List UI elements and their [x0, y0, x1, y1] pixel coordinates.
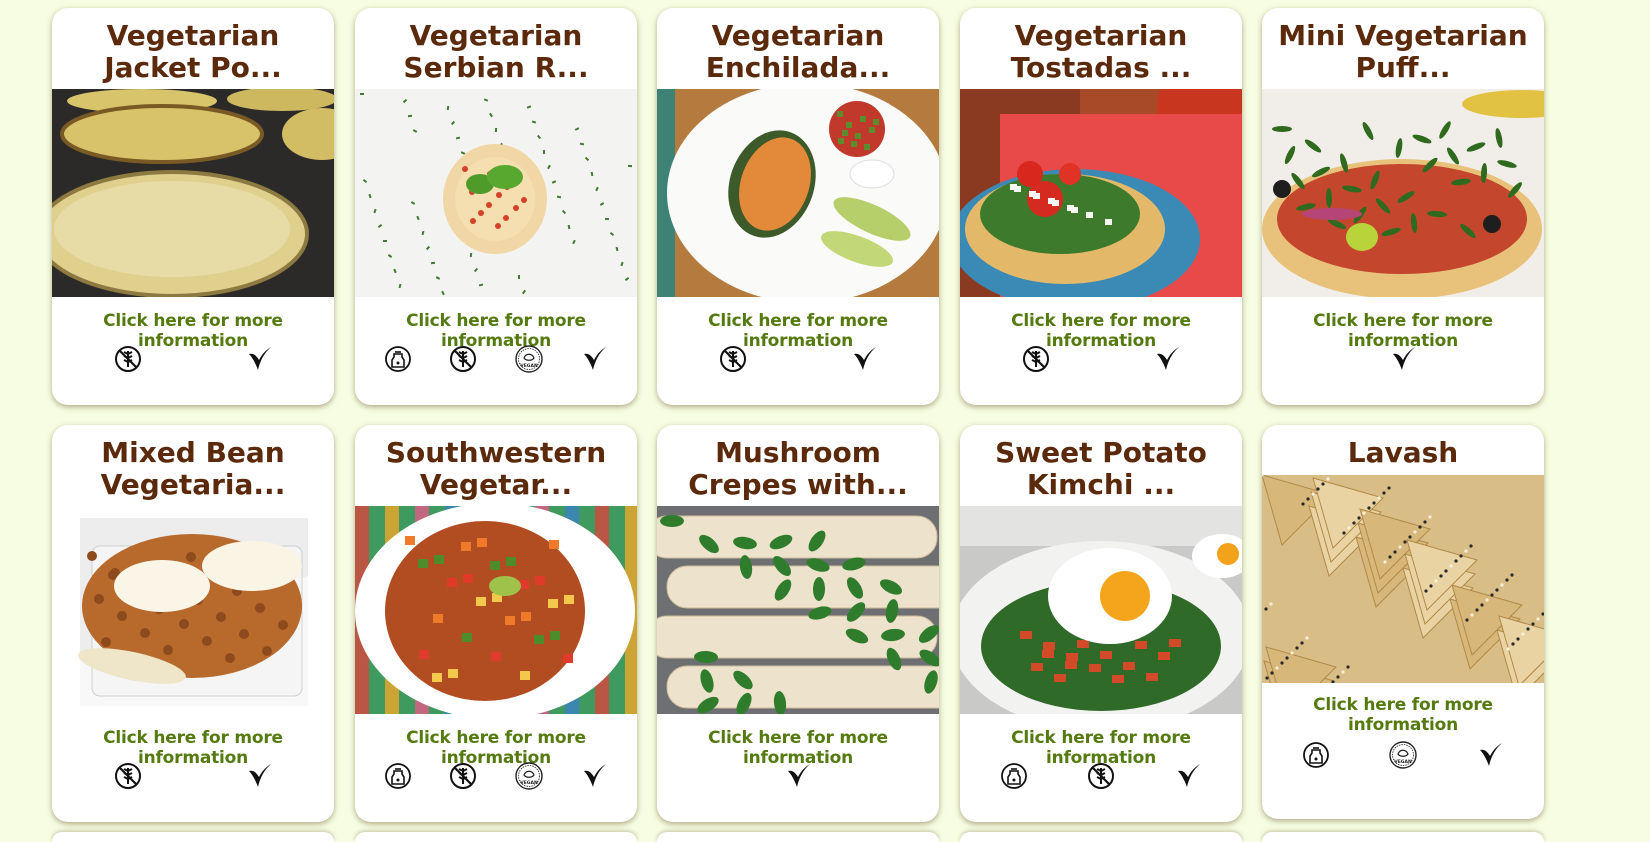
recipe-title[interactable]: Mixed Bean Vegetaria...	[52, 425, 334, 506]
next-row-card-edge	[52, 832, 334, 842]
more-info-link[interactable]: Click here for more information	[1262, 695, 1544, 735]
vegan-icon: VEGAN	[514, 761, 544, 795]
next-row-card-edge	[355, 832, 637, 842]
vegetarian-icon	[1152, 344, 1182, 378]
gluten-free-icon	[448, 761, 478, 795]
gluten-free-icon	[113, 344, 143, 378]
more-info-link[interactable]: Click here for more information	[657, 311, 939, 351]
vegetarian-icon	[579, 344, 609, 378]
more-info-link[interactable]: Click here for more information	[1262, 311, 1544, 351]
gluten-free-icon	[1021, 344, 1051, 378]
vegetarian-icon	[849, 344, 879, 378]
recipe-title-text: Lavash	[1347, 436, 1459, 469]
recipe-title[interactable]: Vegetarian Jacket Po...	[52, 8, 334, 89]
recipe-card[interactable]: Mushroom Crepes with... Click here for m…	[657, 425, 939, 822]
recipe-title-text: Mini Vegetarian Puff...	[1278, 19, 1528, 84]
vegan-icon: VEGAN	[1388, 740, 1418, 774]
vegetarian-icon	[1173, 761, 1203, 795]
vegan-icon: VEGAN	[514, 344, 544, 378]
recipe-photo[interactable]	[1262, 89, 1544, 297]
gluten-free-icon	[448, 344, 478, 378]
recipe-title[interactable]: Southwestern Vegetar...	[355, 425, 637, 506]
diet-icons: VEGAN	[1262, 739, 1544, 775]
recipe-photo[interactable]	[960, 89, 1242, 297]
recipe-title-text: Vegetarian Enchilada...	[705, 19, 891, 84]
recipe-card[interactable]: Vegetarian Jacket Po... Click here for m…	[52, 8, 334, 405]
recipe-title-text: Vegetarian Jacket Po...	[104, 19, 282, 84]
recipe-card[interactable]: Vegetarian Serbian R... Click here for m…	[355, 8, 637, 405]
more-info-link[interactable]: Click here for more information	[355, 311, 637, 351]
recipe-photo[interactable]	[1262, 475, 1544, 683]
recipe-title[interactable]: Vegetarian Tostadas ...	[960, 8, 1242, 89]
more-info-link[interactable]: Click here for more information	[657, 728, 939, 768]
recipe-title[interactable]: Vegetarian Serbian R...	[355, 8, 637, 89]
gluten-free-icon	[718, 344, 748, 378]
recipe-title[interactable]: Sweet Potato Kimchi ...	[960, 425, 1242, 506]
next-row-card-edge	[1262, 832, 1544, 842]
vegetarian-icon	[579, 761, 609, 795]
recipe-card[interactable]: Lavash Click here for more information VE…	[1262, 425, 1544, 819]
more-info-link[interactable]: Click here for more information	[355, 728, 637, 768]
recipe-title-text: Southwestern Vegetar...	[385, 436, 607, 501]
recipe-photo[interactable]	[960, 506, 1242, 714]
recipe-title[interactable]: Mushroom Crepes with...	[657, 425, 939, 506]
recipe-card[interactable]: Vegetarian Enchilada... Click here for m…	[657, 8, 939, 405]
recipe-card[interactable]: Sweet Potato Kimchi ... Click here for m…	[960, 425, 1242, 822]
recipe-title[interactable]: Lavash	[1262, 425, 1544, 475]
diet-icons	[960, 760, 1242, 796]
recipe-title-text: Vegetarian Serbian R...	[403, 19, 589, 84]
recipe-photo[interactable]	[657, 506, 939, 714]
vegetarian-icon	[1388, 344, 1418, 378]
recipe-title-text: Mushroom Crepes with...	[688, 436, 908, 501]
gluten-free-icon	[1086, 761, 1116, 795]
recipe-title-text: Sweet Potato Kimchi ...	[995, 436, 1207, 501]
vegetarian-icon	[783, 761, 813, 795]
recipe-card[interactable]: Mixed Bean Vegetaria... Click here for m…	[52, 425, 334, 822]
recipe-photo[interactable]	[52, 89, 334, 297]
vegetarian-icon	[244, 761, 274, 795]
recipe-title[interactable]: Vegetarian Enchilada...	[657, 8, 939, 89]
gluten-free-icon	[113, 761, 143, 795]
svg-text:VEGAN: VEGAN	[1394, 759, 1412, 765]
dairy-free-icon	[999, 761, 1029, 795]
recipe-photo[interactable]	[355, 506, 637, 714]
next-row-card-edge	[960, 832, 1242, 842]
svg-text:VEGAN: VEGAN	[520, 780, 538, 786]
more-info-link[interactable]: Click here for more information	[960, 728, 1242, 768]
next-row-card-edge	[657, 832, 939, 842]
more-info-link[interactable]: Click here for more information	[960, 311, 1242, 351]
vegetarian-icon	[244, 344, 274, 378]
recipe-card[interactable]: Southwestern Vegetar... Click here for m…	[355, 425, 637, 822]
recipe-title-text: Vegetarian Tostadas ...	[1010, 19, 1192, 84]
recipe-title[interactable]: Mini Vegetarian Puff...	[1262, 8, 1544, 89]
dairy-free-icon	[383, 344, 413, 378]
dairy-free-icon	[383, 761, 413, 795]
diet-icons	[657, 760, 939, 796]
dairy-free-icon	[1301, 740, 1331, 774]
recipe-photo[interactable]	[657, 89, 939, 297]
vegetarian-icon	[1475, 740, 1505, 774]
recipe-card[interactable]: Mini Vegetarian Puff... Click here for m…	[1262, 8, 1544, 405]
more-info-link[interactable]: Click here for more information	[52, 311, 334, 351]
svg-text:VEGAN: VEGAN	[520, 363, 538, 369]
recipe-photo[interactable]	[52, 506, 334, 714]
recipe-card[interactable]: Vegetarian Tostadas ... Click here for m…	[960, 8, 1242, 405]
recipe-photo[interactable]	[355, 89, 637, 297]
recipe-title-text: Mixed Bean Vegetaria...	[100, 436, 286, 501]
more-info-link[interactable]: Click here for more information	[52, 728, 334, 768]
diet-icons	[1262, 343, 1544, 379]
